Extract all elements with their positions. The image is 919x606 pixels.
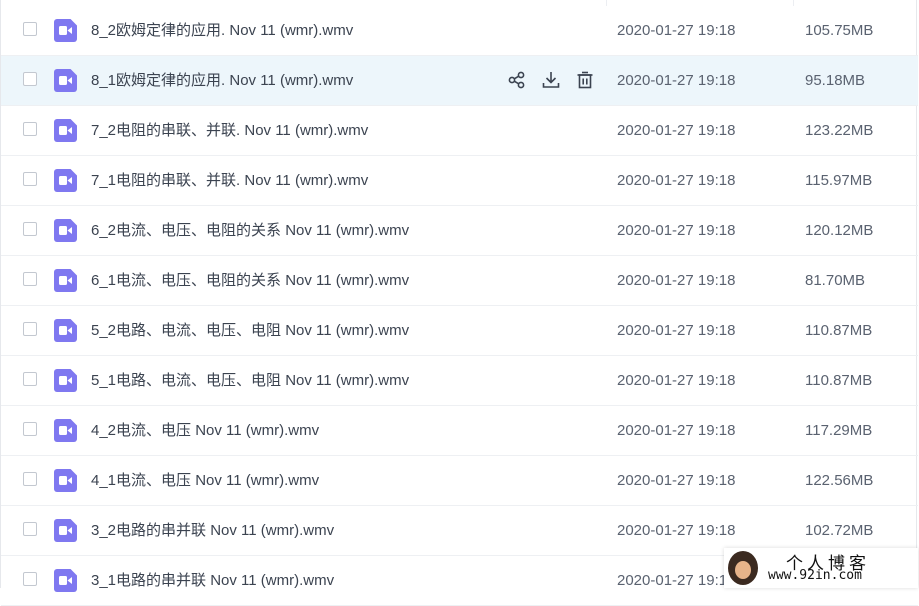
file-row[interactable]: 4_1电流、电压 Nov 11 (wmr).wmv 2020-01-27 19:…	[1, 456, 918, 506]
video-file-icon	[54, 519, 77, 542]
file-row[interactable]: 5_2电路、电流、电压、电阻 Nov 11 (wmr).wmv 2020-01-…	[1, 306, 918, 356]
row-checkbox[interactable]	[23, 222, 37, 236]
video-file-icon	[54, 119, 77, 142]
file-row[interactable]: 5_1电路、电流、电压、电阻 Nov 11 (wmr).wmv 2020-01-…	[1, 356, 918, 406]
file-size: 110.87MB	[805, 322, 873, 339]
file-name[interactable]: 8_1欧姆定律的应用. Nov 11 (wmr).wmv	[91, 56, 353, 105]
row-checkbox[interactable]	[23, 272, 37, 286]
file-modified-date: 2020-01-27 19:18	[617, 222, 736, 239]
video-file-icon	[54, 219, 77, 242]
file-name[interactable]: 6_2电流、电压、电阻的关系 Nov 11 (wmr).wmv	[91, 206, 409, 255]
file-size: 123.22MB	[805, 122, 874, 139]
watermark: 个人博客 www.92in.com	[724, 548, 918, 588]
row-checkbox[interactable]	[23, 522, 37, 536]
file-name[interactable]: 6_1电流、电压、电阻的关系 Nov 11 (wmr).wmv	[91, 256, 409, 305]
file-row[interactable]: 8_1欧姆定律的应用. Nov 11 (wmr).wmv 2020-01-27 …	[1, 56, 918, 106]
row-checkbox[interactable]	[23, 472, 37, 486]
row-checkbox[interactable]	[23, 172, 37, 186]
row-checkbox[interactable]	[23, 422, 37, 436]
file-modified-date: 2020-01-27 19:18	[617, 72, 736, 89]
file-list-panel: 8_2欧姆定律的应用. Nov 11 (wmr).wmv 2020-01-27 …	[0, 0, 918, 606]
file-modified-date: 2020-01-27 19:18	[617, 572, 736, 589]
video-file-icon	[54, 419, 77, 442]
file-size: 81.70MB	[805, 272, 866, 289]
row-checkbox[interactable]	[23, 22, 37, 36]
file-size: 105.75MB	[805, 22, 874, 39]
file-row[interactable]: 7_1电阻的串联、并联. Nov 11 (wmr).wmv 2020-01-27…	[1, 156, 918, 206]
file-size: 117.29MB	[805, 422, 873, 439]
file-modified-date: 2020-01-27 19:18	[617, 322, 736, 339]
video-file-icon	[54, 319, 77, 342]
file-size: 95.18MB	[805, 72, 866, 89]
file-size: 122.56MB	[805, 472, 874, 489]
row-checkbox[interactable]	[23, 322, 37, 336]
file-name[interactable]: 4_2电流、电压 Nov 11 (wmr).wmv	[91, 406, 319, 455]
video-file-icon	[54, 369, 77, 392]
file-modified-date: 2020-01-27 19:18	[617, 22, 736, 39]
file-name[interactable]: 7_2电阻的串联、并联. Nov 11 (wmr).wmv	[91, 106, 368, 155]
watermark-url: www.92in.com	[768, 568, 862, 583]
video-file-icon	[54, 269, 77, 292]
file-name[interactable]: 3_1电路的串并联 Nov 11 (wmr).wmv	[91, 556, 334, 605]
file-row[interactable]: 8_2欧姆定律的应用. Nov 11 (wmr).wmv 2020-01-27 …	[1, 6, 918, 56]
share-icon[interactable]	[507, 70, 527, 90]
file-size: 110.87MB	[805, 372, 873, 389]
row-checkbox[interactable]	[23, 572, 37, 586]
video-file-icon	[54, 169, 77, 192]
file-modified-date: 2020-01-27 19:18	[617, 472, 736, 489]
file-modified-date: 2020-01-27 19:18	[617, 372, 736, 389]
file-row[interactable]: 7_2电阻的串联、并联. Nov 11 (wmr).wmv 2020-01-27…	[1, 106, 918, 156]
file-name[interactable]: 3_2电路的串并联 Nov 11 (wmr).wmv	[91, 506, 334, 555]
file-modified-date: 2020-01-27 19:18	[617, 422, 736, 439]
row-checkbox[interactable]	[23, 72, 37, 86]
row-actions	[507, 70, 595, 92]
file-modified-date: 2020-01-27 19:18	[617, 522, 736, 539]
file-name[interactable]: 8_2欧姆定律的应用. Nov 11 (wmr).wmv	[91, 6, 353, 55]
row-checkbox[interactable]	[23, 372, 37, 386]
file-name[interactable]: 5_1电路、电流、电压、电阻 Nov 11 (wmr).wmv	[91, 356, 409, 405]
file-name[interactable]: 7_1电阻的串联、并联. Nov 11 (wmr).wmv	[91, 156, 368, 205]
download-icon[interactable]	[541, 70, 561, 90]
video-file-icon	[54, 69, 77, 92]
file-name[interactable]: 4_1电流、电压 Nov 11 (wmr).wmv	[91, 456, 319, 505]
file-modified-date: 2020-01-27 19:18	[617, 172, 736, 189]
file-modified-date: 2020-01-27 19:18	[617, 122, 736, 139]
file-name[interactable]: 5_2电路、电流、电压、电阻 Nov 11 (wmr).wmv	[91, 306, 409, 355]
delete-icon[interactable]	[575, 70, 595, 90]
file-row[interactable]: 4_2电流、电压 Nov 11 (wmr).wmv 2020-01-27 19:…	[1, 406, 918, 456]
file-row[interactable]: 6_2电流、电压、电阻的关系 Nov 11 (wmr).wmv 2020-01-…	[1, 206, 918, 256]
file-size: 115.97MB	[805, 172, 873, 189]
video-file-icon	[54, 19, 77, 42]
video-file-icon	[54, 569, 77, 592]
file-list: 8_2欧姆定律的应用. Nov 11 (wmr).wmv 2020-01-27 …	[1, 6, 918, 606]
video-file-icon	[54, 469, 77, 492]
file-modified-date: 2020-01-27 19:18	[617, 272, 736, 289]
file-row[interactable]: 6_1电流、电压、电阻的关系 Nov 11 (wmr).wmv 2020-01-…	[1, 256, 918, 306]
file-size: 120.12MB	[805, 222, 874, 239]
row-checkbox[interactable]	[23, 122, 37, 136]
avatar	[728, 551, 758, 585]
